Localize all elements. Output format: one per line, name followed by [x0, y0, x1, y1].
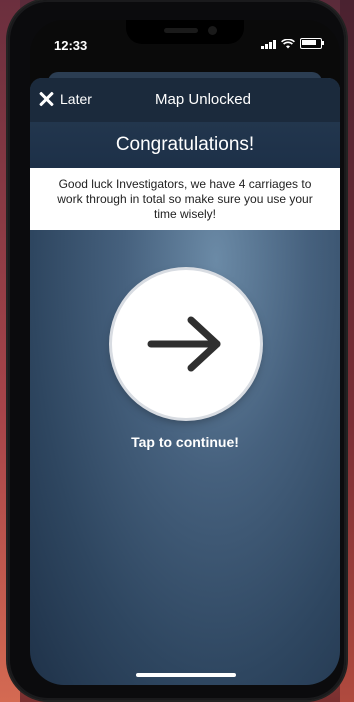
status-icons: [261, 38, 324, 49]
message-box: Good luck Investigators, we have 4 carri…: [30, 168, 340, 230]
phone-frame: 12:33 Later Map Unlocked Congratulations…: [8, 0, 346, 700]
map-unlocked-modal: Later Map Unlocked Congratulations! Good…: [30, 78, 340, 685]
notch: [126, 20, 244, 44]
arrow-right-icon: [147, 316, 221, 372]
status-time: 12:33: [54, 38, 88, 53]
nav-bar: Later Map Unlocked: [30, 78, 340, 122]
phone-screen: 12:33 Later Map Unlocked Congratulations…: [30, 20, 340, 685]
signal-icon: [261, 39, 276, 49]
message-text: Good luck Investigators, we have 4 carri…: [57, 176, 313, 221]
camera: [208, 26, 217, 35]
congrats-heading: Congratulations!: [115, 134, 255, 155]
tap-to-continue-label[interactable]: Tap to continue!: [30, 434, 340, 450]
home-indicator[interactable]: [136, 673, 236, 677]
speaker: [164, 28, 198, 33]
wifi-icon: [281, 38, 295, 48]
congrats-banner: Congratulations!: [30, 122, 340, 168]
page-title: Map Unlocked: [155, 91, 251, 108]
continue-button[interactable]: [112, 270, 260, 418]
battery-icon: [300, 38, 324, 49]
status-bar: 12:33: [30, 20, 340, 68]
